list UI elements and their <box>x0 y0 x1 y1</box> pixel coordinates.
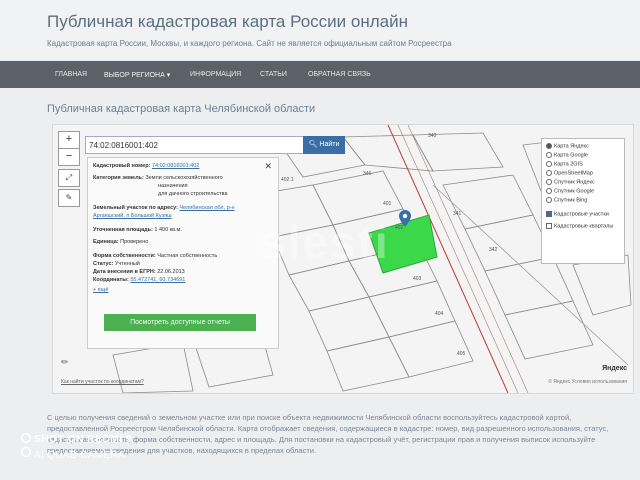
parcel-label: 342 <box>489 247 498 253</box>
view-reports-button[interactable]: Посмотреть доступные отчеты <box>104 314 256 331</box>
checkbox-icon <box>546 223 552 229</box>
map-marker-icon[interactable] <box>399 210 411 228</box>
nav-home[interactable]: ГЛАВНАЯ <box>55 71 87 78</box>
parcel-label: 401 <box>383 201 392 207</box>
parcel-outline <box>412 132 504 172</box>
parcel-outline <box>464 214 554 272</box>
zoom-in-button[interactable]: + <box>58 131 80 149</box>
info-use: для дачного строительства <box>158 191 228 197</box>
info-unit: Единица: Проверено <box>93 239 149 245</box>
parcel-label: 340 <box>428 133 437 139</box>
radio-icon <box>546 170 552 176</box>
layer-google-sat[interactable]: Спутник Google <box>546 188 594 195</box>
cad-number-link[interactable]: 74:02:0816001:402 <box>152 163 199 169</box>
close-icon[interactable]: ✕ <box>264 161 272 172</box>
parcel-outline <box>326 336 410 392</box>
chevron-down-icon: ▾ <box>166 72 171 79</box>
parcel-label: 346 <box>363 171 372 177</box>
search-button[interactable]: 🔍︎ Найти <box>303 136 345 154</box>
map-layers-panel: Карта Яндекс Карта Google Карта 2GIS Ope… <box>541 138 625 264</box>
main-navbar: ГЛАВНАЯ ВЫБОР РЕГИОНА ▾ ИНФОРМАЦИЯ СТАТЬ… <box>0 61 640 88</box>
info-address: Земельный участок по адресу: Челябинская… <box>93 205 235 211</box>
site-header: Публичная кадастровая карта России онлай… <box>0 0 640 60</box>
info-category: Категория земель: Земли сельскохозяйстве… <box>93 175 223 181</box>
radio-icon <box>546 152 552 158</box>
page-heading: Публичная кадастровая карта Челябинской … <box>47 103 316 115</box>
parcel-label: 341 <box>453 211 462 217</box>
info-area: Уточненная площадь: 1 400 кв.м. <box>93 227 182 233</box>
nav-feedback[interactable]: ОБРАТНАЯ СВЯЗЬ <box>308 71 371 78</box>
parcel-outline <box>504 300 594 360</box>
radio-icon <box>546 161 552 167</box>
info-ownership: Форма собственности: Частная собственнос… <box>93 253 218 259</box>
nav-articles[interactable]: СТАТЬИ <box>260 71 287 78</box>
info-more-link[interactable]: + ещё <box>93 286 108 294</box>
radio-icon <box>546 143 552 149</box>
parcel-label: 402.1 <box>281 177 294 183</box>
site-title[interactable]: Публичная кадастровая карта России онлай… <box>47 12 408 32</box>
ruler-tool-icon[interactable]: ✎ <box>58 189 80 207</box>
fullscreen-icon[interactable]: ⤢ <box>58 169 80 187</box>
zoom-out-button[interactable]: − <box>58 148 80 166</box>
layer-cad-quarters[interactable]: Кадастровые кварталы <box>546 223 613 230</box>
camera-watermark-line1: SHOT ON REDMI 9 <box>34 433 132 445</box>
cadastral-search-input[interactable] <box>85 136 307 154</box>
parcel-outline <box>112 342 194 393</box>
yandex-logo: Яндекс <box>602 365 627 372</box>
radio-icon <box>546 179 552 185</box>
address-link-2[interactable]: Аргаяшский, п Большой Кузяш <box>93 213 172 219</box>
parcel-outline <box>484 256 574 316</box>
layer-google-map[interactable]: Карта Google <box>546 152 588 159</box>
parcel-outline <box>342 134 434 172</box>
parcel-info-panel: ✕ Кадастровый номер: 74:02:0816001:402 К… <box>87 157 279 349</box>
parcel-outline <box>368 280 456 338</box>
parcel-label: 404 <box>435 311 444 317</box>
info-coords: Координаты: 55.472741, 60.734691 <box>93 277 186 283</box>
parcel-label: 403 <box>413 276 422 282</box>
site-subtitle: Кадастровая карта России, Москвы, и кажд… <box>47 39 452 48</box>
info-status: Статус: Учтенный <box>93 261 140 267</box>
region-description: С целью получения сведений о земельном у… <box>47 413 609 455</box>
layer-cad-parcels[interactable]: Кадастровые участки <box>546 211 609 218</box>
parcel-outline <box>442 174 534 230</box>
layer-osm[interactable]: OpenStreetMap <box>546 170 593 177</box>
camera-watermark-line2: AI QUAD CAMERA <box>34 450 125 461</box>
info-cad-number: Кадастровый номер: 74:02:0816001:402 <box>93 163 200 169</box>
layer-yandex-map[interactable]: Карта Яндекс <box>546 143 589 150</box>
parcel-label: 405 <box>457 351 466 357</box>
coords-link[interactable]: 55.472741, 60.734691 <box>130 277 185 283</box>
layer-2gis-map[interactable]: Карта 2GIS <box>546 161 583 168</box>
search-button-label: Найти <box>319 141 340 148</box>
layer-bing-sat[interactable]: Спутник Bing <box>546 197 587 204</box>
parcel-outline <box>308 296 390 352</box>
info-category-cont: назначения <box>158 183 188 189</box>
camera-lens-icon <box>20 432 32 458</box>
parcel-outline <box>572 254 632 316</box>
nav-region-label: ВЫБОР РЕГИОНА <box>104 72 165 79</box>
search-icon: 🔍︎ <box>308 141 318 148</box>
parcel-outline <box>388 320 474 378</box>
map-attribution[interactable]: © Яндекс Условия использования <box>548 379 627 385</box>
nav-region-select[interactable]: ВЫБОР РЕГИОНА ▾ <box>104 71 170 79</box>
address-link[interactable]: Челябинская обл, р-н <box>180 205 235 211</box>
radio-icon <box>546 197 552 203</box>
checkbox-icon <box>546 211 552 217</box>
radio-icon <box>546 188 552 194</box>
info-address-cont: Аргаяшский, п Большой Кузяш <box>93 212 172 220</box>
info-date: Дата внесения в ЕГРН: 22.06.2013 <box>93 269 185 275</box>
layer-yandex-sat[interactable]: Спутник Яндекс <box>546 179 595 186</box>
coords-help-link[interactable]: Как найти участок по координатам? <box>61 379 144 385</box>
nav-info[interactable]: ИНФОРМАЦИЯ <box>190 71 241 78</box>
pencil-icon[interactable]: ✏ <box>61 357 69 368</box>
watermark: slesti <box>260 216 390 268</box>
